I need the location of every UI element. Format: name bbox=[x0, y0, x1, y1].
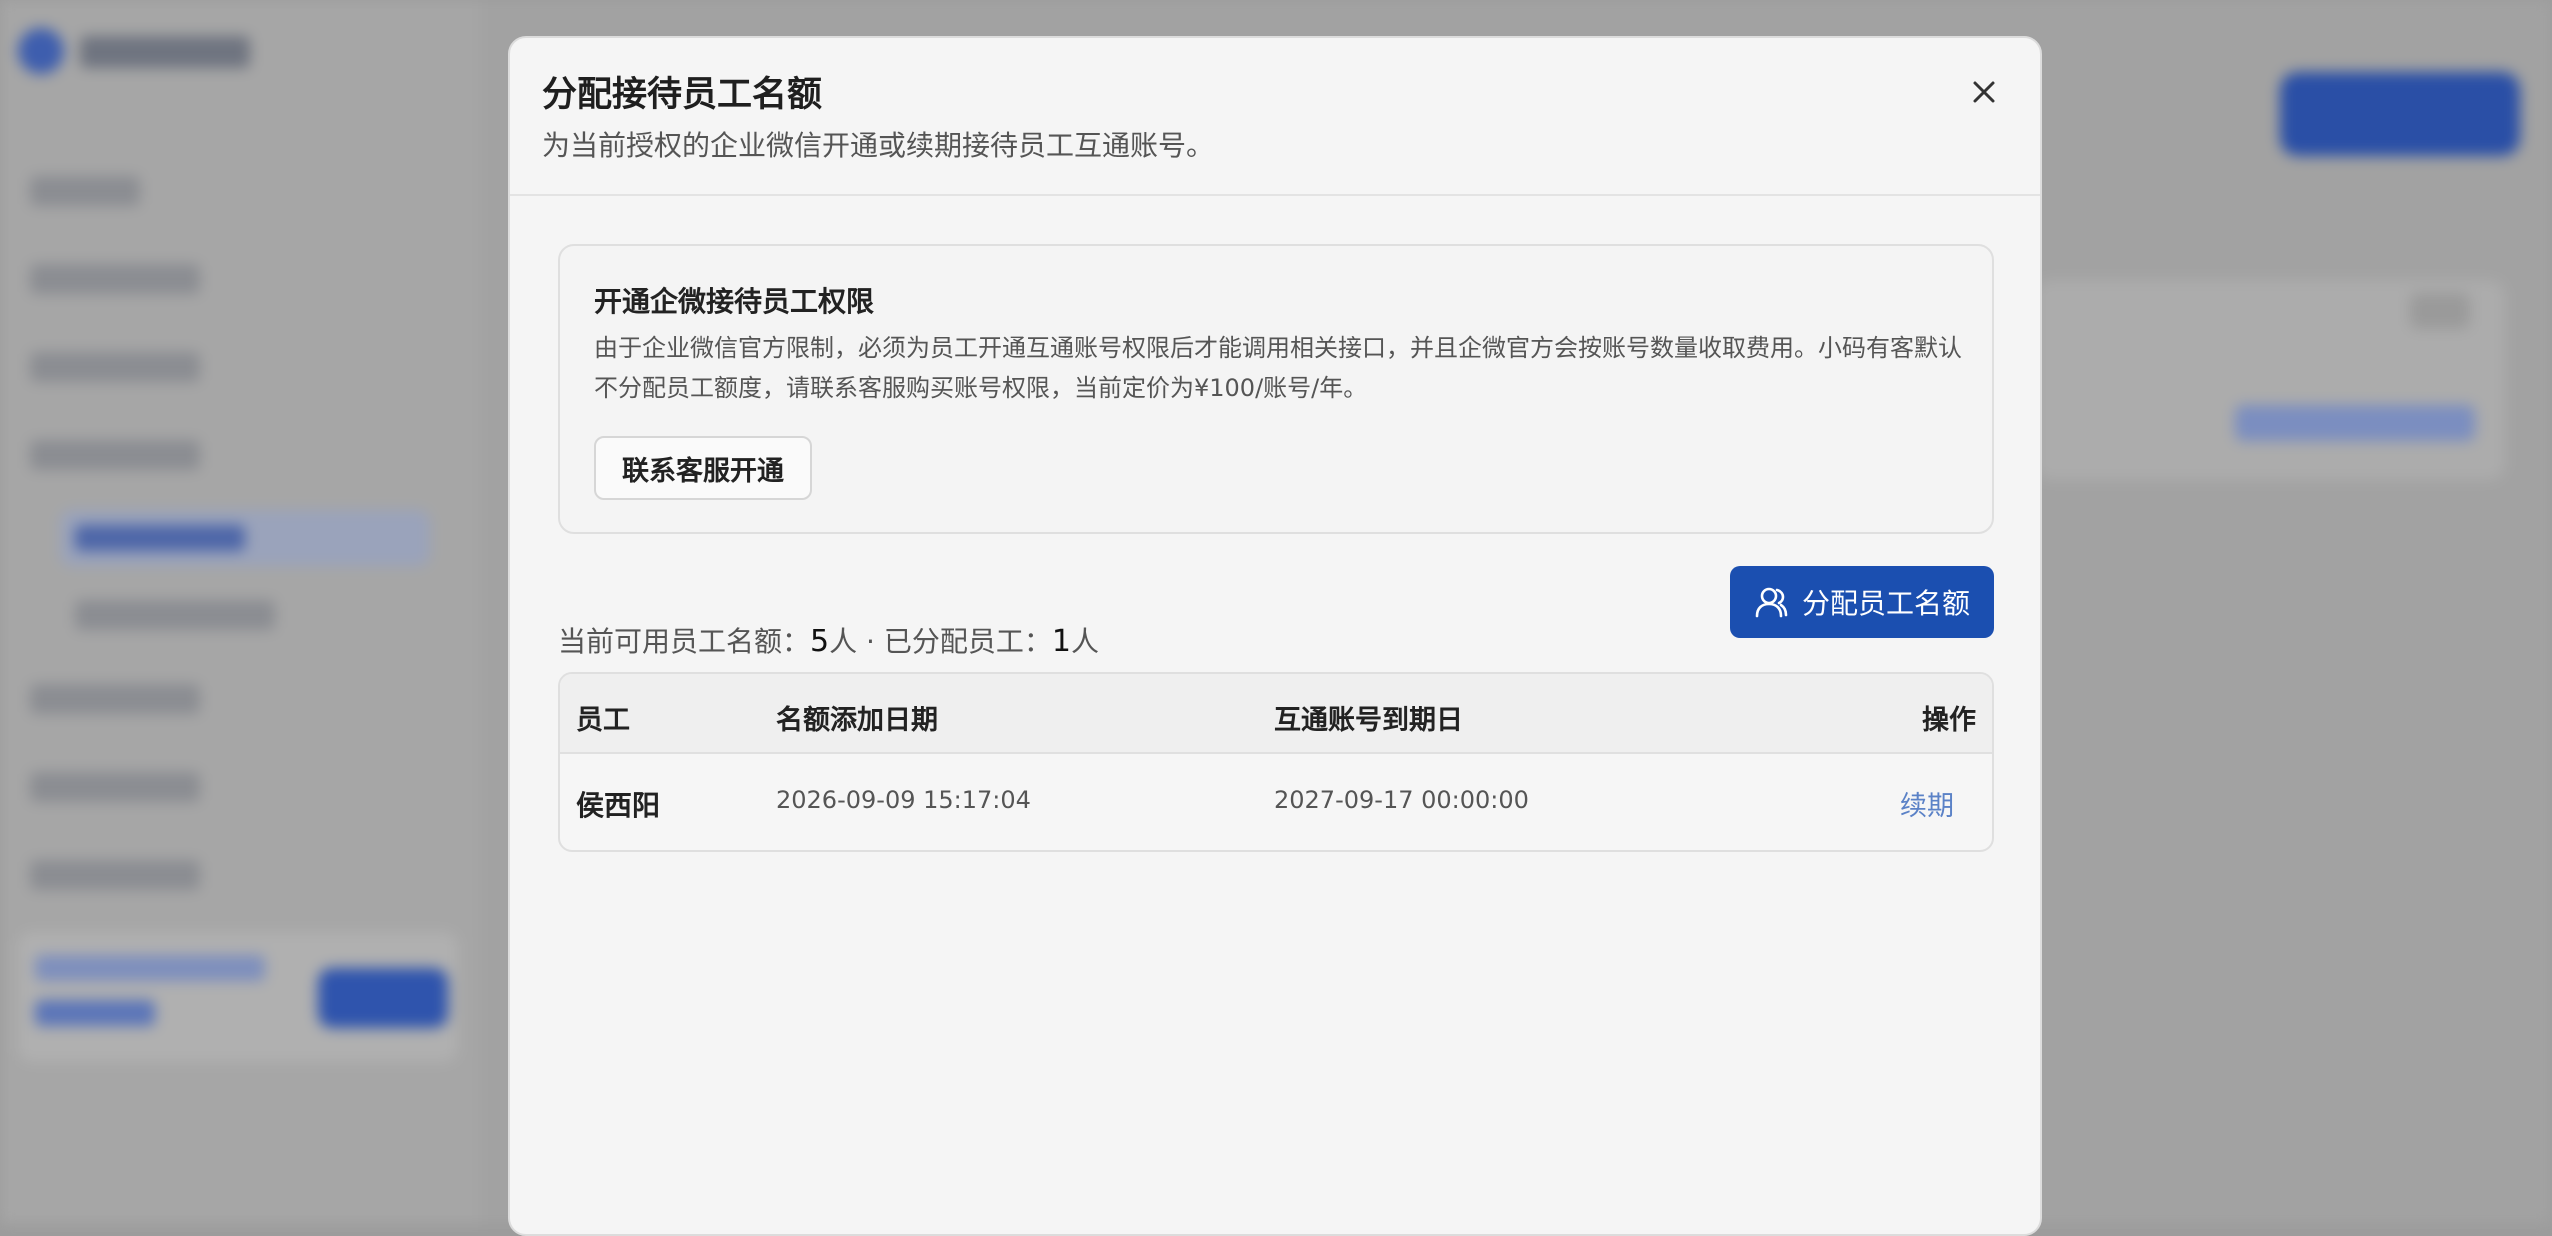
quota-separator: · bbox=[857, 625, 884, 658]
quota-summary: 当前可用员工名额：5人 · 已分配员工：1人 bbox=[558, 620, 1099, 660]
background-nav-item bbox=[30, 440, 200, 470]
assigned-quota-label: 已分配员工： bbox=[883, 625, 1052, 658]
row-employee-name: 侯西阳 bbox=[576, 789, 661, 822]
background-logo bbox=[18, 28, 64, 74]
notice-text: 由于企业微信官方限制，必须为员工开通互通账号权限后才能调用相关接口，并且企微官方… bbox=[594, 334, 1962, 402]
row-expire-date: 2027-09-17 00:00:00 bbox=[1274, 786, 1529, 814]
background-nav-item bbox=[30, 176, 140, 206]
background-footer-button bbox=[318, 968, 448, 1028]
dialog-subtitle: 为当前授权的企业微信开通或续期接待员工互通账号。 bbox=[542, 129, 1215, 162]
dialog-title: 分配接待员工名额 bbox=[542, 75, 823, 115]
column-header-added-date: 名额添加日期 bbox=[776, 705, 938, 736]
contact-support-button[interactable]: 联系客服开通 bbox=[594, 436, 812, 500]
available-quota-count: 5 bbox=[810, 624, 830, 659]
assigned-quota-count: 1 bbox=[1051, 624, 1071, 659]
background-footer-line bbox=[35, 1000, 155, 1026]
table-header-row: 员工 名额添加日期 互通账号到期日 操作 bbox=[560, 674, 1992, 754]
close-icon bbox=[1973, 81, 1995, 103]
permission-notice-card: 开通企微接待员工权限 由于企业微信官方限制，必须为员工开通互通账号权限后才能调用… bbox=[558, 244, 1994, 534]
assign-quota-dialog: 分配接待员工名额 为当前授权的企业微信开通或续期接待员工互通账号。 开通企微接待… bbox=[508, 36, 2042, 1236]
background-nav-item bbox=[30, 352, 200, 382]
column-header-employee: 员工 bbox=[576, 705, 630, 736]
column-header-expire-date: 互通账号到期日 bbox=[1274, 705, 1463, 736]
background-footer-line bbox=[35, 955, 265, 981]
user-icon bbox=[1755, 587, 1788, 618]
background-main-link bbox=[2235, 405, 2475, 441]
background-nav-subitem bbox=[75, 600, 275, 630]
close-button[interactable] bbox=[1960, 68, 2008, 116]
background-nav-item bbox=[30, 264, 200, 294]
assign-quota-button-label: 分配员工名额 bbox=[1801, 587, 1970, 620]
quota-table: 员工 名额添加日期 互通账号到期日 操作 侯西阳 2026-09-09 15:1… bbox=[558, 672, 1994, 852]
notice-title: 开通企微接待员工权限 bbox=[594, 285, 875, 318]
row-added-date: 2026-09-09 15:17:04 bbox=[776, 786, 1031, 814]
table-row: 侯西阳 2026-09-09 15:17:04 2027-09-17 00:00… bbox=[560, 754, 1992, 850]
background-nav-item bbox=[30, 772, 200, 802]
dialog-header: 分配接待员工名额 为当前授权的企业微信开通或续期接待员工互通账号。 bbox=[510, 38, 2040, 196]
available-quota-unit: 人 bbox=[829, 625, 858, 658]
assign-quota-button[interactable]: 分配员工名额 bbox=[1730, 566, 1994, 638]
background-logo-text bbox=[80, 36, 250, 68]
background-nav-active-label bbox=[75, 525, 245, 551]
available-quota-label: 当前可用员工名额： bbox=[558, 625, 811, 658]
background-nav-item bbox=[30, 860, 200, 890]
assigned-quota-unit: 人 bbox=[1070, 625, 1099, 658]
background-nav-item bbox=[30, 684, 200, 714]
background-main-small bbox=[2410, 293, 2470, 329]
background-main-button bbox=[2280, 72, 2520, 156]
column-header-action: 操作 bbox=[1922, 705, 1976, 736]
renew-link[interactable]: 续期 bbox=[1900, 784, 1954, 823]
